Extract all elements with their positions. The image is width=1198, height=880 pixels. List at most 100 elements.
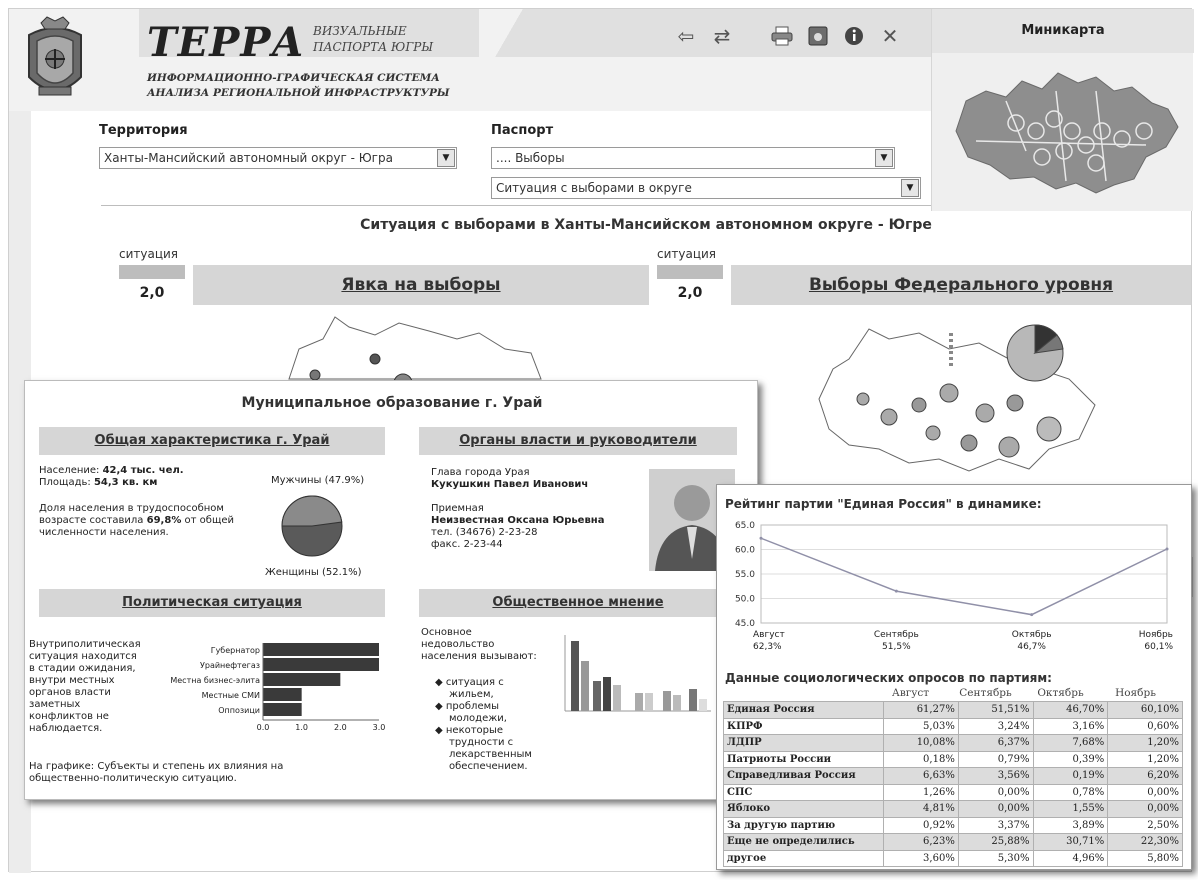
value-cell: 4,81% bbox=[883, 800, 959, 818]
value-cell: 0,92% bbox=[883, 816, 959, 834]
party-name-cell: Патриоты России bbox=[722, 750, 885, 768]
population-line: Население: 42,4 тыс. чел. bbox=[39, 465, 184, 477]
turnout-heading[interactable]: Явка на выборы bbox=[193, 265, 649, 305]
federal-elections-map[interactable] bbox=[809, 309, 1109, 479]
value-cell: 2,50% bbox=[1107, 816, 1183, 834]
page-title: Ситуация с выборами в Ханты-Мансийском а… bbox=[360, 217, 932, 233]
value-cell: 3,16% bbox=[1032, 717, 1109, 735]
area-line: Площадь: 54,3 кв. км bbox=[39, 477, 157, 489]
value-cell: 0,79% bbox=[957, 750, 1034, 768]
x-value-label: 60,1% bbox=[1144, 642, 1173, 652]
party-name-cell: За другую партию bbox=[722, 816, 885, 834]
value-cell: 3,89% bbox=[1032, 816, 1109, 834]
situation-select[interactable]: Ситуация с выборами в округе ▼ bbox=[491, 177, 921, 199]
party-name-cell: Еще не определились bbox=[722, 833, 885, 851]
x-value-label: 46,7% bbox=[1017, 642, 1046, 652]
population-label: Население: bbox=[39, 465, 100, 476]
working-age-line1: Доля населения в трудоспособном bbox=[39, 503, 224, 514]
value-cell: 0,00% bbox=[957, 783, 1034, 801]
situation-label-2: ситуация bbox=[657, 247, 717, 261]
bar-tick-label: 2.0 bbox=[334, 723, 347, 732]
refresh-icon[interactable]: ⇄ bbox=[709, 23, 735, 49]
divider bbox=[101, 205, 931, 206]
bar-tick-label: 1.0 bbox=[295, 723, 308, 732]
party-name-cell: Единая Россия bbox=[722, 701, 885, 719]
situation-bar-2 bbox=[657, 265, 723, 279]
table-row: ЛДПР 10,08% 6,37% 7,68% 1,20% bbox=[722, 734, 1183, 752]
x-tick-label: Октябрь bbox=[1012, 630, 1052, 640]
influence-bar bbox=[263, 688, 302, 701]
table-row: другое 3,60% 5,30% 4,96% 5,80% bbox=[722, 849, 1183, 867]
rating-line-chart: 45.0 50.0 55.0 60.0 65.0 Август 62,3% Сентябрь 5… bbox=[735, 521, 1173, 652]
table-header: Август Сентябрь Октябрь Ноябрь bbox=[873, 687, 1183, 699]
brand-subtitle-line2: ПАСПОРТА ЮГРЫ bbox=[313, 40, 434, 54]
y-tick-label: 45.0 bbox=[735, 619, 755, 629]
value-cell: 25,88% bbox=[957, 833, 1034, 851]
table-row: Патриоты России 0,18% 0,79% 0,39% 1,20% bbox=[722, 750, 1183, 768]
bar-category-label: Губернатор bbox=[211, 646, 260, 655]
value-cell: 7,68% bbox=[1032, 734, 1109, 752]
bar-category-label: Урайнефтегаз bbox=[200, 661, 260, 670]
passport-select[interactable]: .... Выборы ▼ bbox=[491, 147, 895, 169]
pie-men-label: Мужчины (47.9%) bbox=[271, 475, 365, 486]
party-name-cell: Справедливая Россия bbox=[722, 767, 885, 785]
brand-subtitle: ВИЗУАЛЬНЫЕ ПАСПОРТА ЮГРЫ bbox=[313, 23, 433, 55]
col-header: Сентябрь bbox=[959, 687, 1012, 699]
value-cell: 10,08% bbox=[883, 734, 959, 752]
table-row: За другую партию 0,92% 3,37% 3,89% 2,50% bbox=[722, 816, 1183, 834]
value-cell: 5,30% bbox=[957, 849, 1034, 867]
col-header: Ноябрь bbox=[1115, 687, 1156, 699]
x-value-label: 51,5% bbox=[882, 642, 911, 652]
federal-elections-heading[interactable]: Выборы Федерального уровня bbox=[731, 265, 1191, 305]
y-tick-label: 55.0 bbox=[735, 570, 755, 580]
toolbar: ⇦ ⇄ ✕ bbox=[673, 23, 903, 49]
value-cell: 6,23% bbox=[883, 833, 959, 851]
public-opinion-heading[interactable]: Общественное мнение bbox=[419, 589, 737, 617]
value-cell: 0,00% bbox=[957, 800, 1034, 818]
influence-bar bbox=[263, 643, 379, 656]
value-cell: 3,56% bbox=[957, 767, 1034, 785]
chevron-down-icon: ▼ bbox=[901, 179, 919, 197]
turnout-map[interactable] bbox=[279, 309, 549, 389]
municipal-card: Муниципальное образование г. Урай Общая … bbox=[24, 380, 758, 800]
bar-tick-label: 0.0 bbox=[257, 723, 270, 732]
authorities-heading[interactable]: Органы власти и руководители bbox=[419, 427, 737, 455]
col-header: Октябрь bbox=[1037, 687, 1084, 699]
territory-select[interactable]: Ханты-Мансийский автономный округ - Югра… bbox=[99, 147, 457, 169]
bar-category-label: Местные СМИ bbox=[202, 691, 260, 700]
info-icon[interactable] bbox=[841, 23, 867, 49]
rating-point bbox=[1165, 547, 1169, 551]
reception-label: Приемная bbox=[431, 503, 484, 514]
brand-description: ИНФОРМАЦИОННО-ГРАФИЧЕСКАЯ СИСТЕМА АНАЛИЗ… bbox=[147, 71, 450, 101]
value-cell: 3,37% bbox=[957, 816, 1034, 834]
territory-label: Территория bbox=[99, 123, 188, 138]
party-name-cell: другое bbox=[722, 849, 885, 867]
value-cell: 0,18% bbox=[883, 750, 959, 768]
value-cell: 0,78% bbox=[1032, 783, 1109, 801]
value-cell: 61,27% bbox=[883, 701, 959, 719]
close-icon[interactable]: ✕ bbox=[877, 23, 903, 49]
value-cell: 3,24% bbox=[957, 717, 1034, 735]
value-cell: 1,55% bbox=[1032, 800, 1109, 818]
export-icon[interactable] bbox=[805, 23, 831, 49]
party-poll-table: Единая Россия 61,27% 51,51% 46,70% 60,10% КПР… bbox=[722, 701, 1183, 867]
list-item: ◆ проблемы bbox=[435, 701, 500, 712]
rating-point bbox=[759, 536, 763, 540]
value-cell: 0,60% bbox=[1107, 717, 1183, 735]
bar-category-label: Оппозици bbox=[218, 706, 260, 715]
political-situation-heading[interactable]: Политическая ситуация bbox=[39, 589, 385, 617]
value-cell: 30,71% bbox=[1032, 833, 1109, 851]
y-tick-label: 65.0 bbox=[735, 521, 755, 531]
minimap-title: Миникарта bbox=[932, 9, 1194, 53]
pie-slice-men bbox=[281, 495, 343, 527]
value-cell: 0,39% bbox=[1032, 750, 1109, 768]
area-label: Площадь: bbox=[39, 477, 91, 488]
reception-name: Неизвестная Оксана Юрьевна bbox=[431, 515, 605, 526]
value-cell: 60,10% bbox=[1107, 701, 1183, 719]
general-characteristics-heading[interactable]: Общая характеристика г. Урай bbox=[39, 427, 385, 455]
rating-title: Рейтинг партии "Единая Россия" в динамик… bbox=[725, 497, 1042, 511]
printer-icon[interactable] bbox=[769, 23, 795, 49]
minimap[interactable] bbox=[946, 61, 1182, 201]
bar-category-label: Местна бизнес-элита bbox=[170, 676, 260, 685]
back-arrow-icon[interactable]: ⇦ bbox=[673, 23, 699, 49]
